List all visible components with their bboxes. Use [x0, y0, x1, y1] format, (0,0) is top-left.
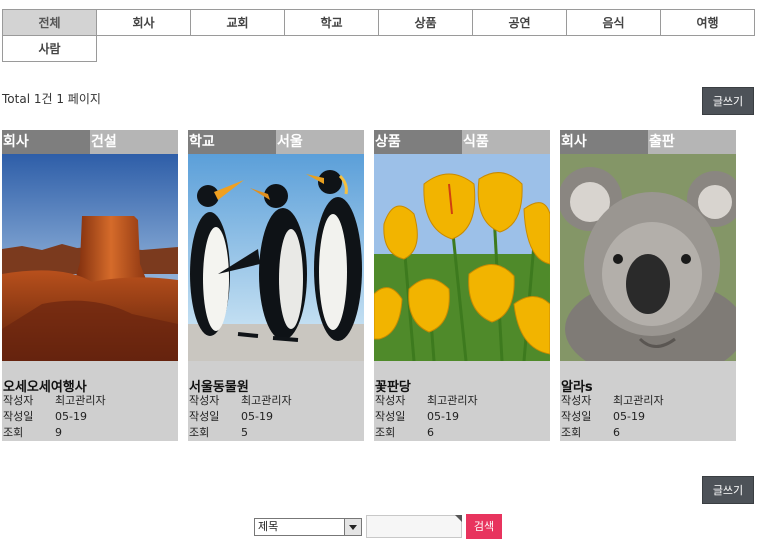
- card-title[interactable]: 오세오세여행사: [2, 369, 178, 395]
- card-meta: 작성자 최고관리자 작성일 05-19 조회 6: [375, 394, 478, 439]
- write-button-bottom[interactable]: 글쓰기: [702, 476, 754, 504]
- search-input[interactable]: [366, 515, 462, 538]
- search-field-select[interactable]: 제목: [254, 518, 362, 536]
- author: 최고관리자: [427, 394, 478, 407]
- date: 05-19: [55, 410, 87, 423]
- tab-travel[interactable]: 여행: [661, 10, 755, 36]
- card-title[interactable]: 꽃판당: [374, 369, 550, 395]
- card-meta: 작성자 최고관리자 작성일 05-19 조회 6: [561, 394, 664, 439]
- chevron-down-icon[interactable]: [344, 519, 361, 535]
- penguins-thumbnail[interactable]: [188, 154, 364, 361]
- input-corner-marker: [455, 515, 462, 522]
- tab-food[interactable]: 음식: [567, 10, 661, 36]
- gallery-card[interactable]: 상품 식품 꽃판당 작성자 최고관리자 작성일 05-19 조회 6: [374, 130, 550, 441]
- tab-product[interactable]: 상품: [379, 10, 473, 36]
- tulips-thumbnail[interactable]: [374, 154, 550, 361]
- tab-church[interactable]: 교회: [191, 10, 285, 36]
- card-tags: 회사 출판: [560, 130, 736, 154]
- card-meta: 작성자 최고관리자 작성일 05-19 조회 5: [189, 394, 292, 439]
- card-title[interactable]: 알라s: [560, 369, 736, 395]
- category-tag[interactable]: 학교: [188, 130, 276, 154]
- tab-people[interactable]: 사람: [3, 36, 97, 62]
- subcategory-tag[interactable]: 출판: [648, 130, 736, 154]
- desert-thumbnail[interactable]: [2, 154, 178, 361]
- tab-performance[interactable]: 공연: [473, 10, 567, 36]
- tab-all[interactable]: 전체: [3, 10, 97, 36]
- gallery-card[interactable]: 회사 건설 오세오세여행사 작성자 최고관리자 작성일 05-19 조회 9: [2, 130, 178, 441]
- author: 최고관리자: [241, 394, 292, 407]
- category-tabs: 전체 회사 교회 학교 상품 공연 음식 여행 사람: [2, 9, 755, 62]
- card-meta: 작성자 최고관리자 작성일 05-19 조회 9: [3, 394, 106, 439]
- date: 05-19: [241, 410, 273, 423]
- author: 최고관리자: [613, 394, 664, 407]
- tab-company[interactable]: 회사: [97, 10, 191, 36]
- tab-school[interactable]: 학교: [285, 10, 379, 36]
- category-tag[interactable]: 상품: [374, 130, 462, 154]
- gallery-card[interactable]: 학교 서울 서울동물원 작성자 최고관리자 작성일 05-19 조회 5: [188, 130, 364, 441]
- author: 최고관리자: [55, 394, 106, 407]
- write-button[interactable]: 글쓰기: [702, 87, 754, 115]
- date: 05-19: [613, 410, 645, 423]
- views: 6: [427, 426, 434, 439]
- search-field-value: 제목: [258, 520, 279, 533]
- category-tag[interactable]: 회사: [560, 130, 648, 154]
- card-tags: 상품 식품: [374, 130, 550, 154]
- koala-thumbnail[interactable]: [560, 154, 736, 361]
- views: 9: [55, 426, 62, 439]
- card-tags: 학교 서울: [188, 130, 364, 154]
- subcategory-tag[interactable]: 서울: [276, 130, 364, 154]
- date: 05-19: [427, 410, 459, 423]
- subcategory-tag[interactable]: 건설: [90, 130, 178, 154]
- total-count: Total 1건 1 페이지: [2, 92, 101, 106]
- subcategory-tag[interactable]: 식품: [462, 130, 550, 154]
- search-button[interactable]: 검색: [466, 514, 502, 539]
- category-tag[interactable]: 회사: [2, 130, 90, 154]
- card-tags: 회사 건설: [2, 130, 178, 154]
- views: 5: [241, 426, 248, 439]
- gallery-card[interactable]: 회사 출판 알라s 작성자 최고관리자 작성일 05-19 조회 6: [560, 130, 736, 441]
- card-title[interactable]: 서울동물원: [188, 369, 364, 395]
- views: 6: [613, 426, 620, 439]
